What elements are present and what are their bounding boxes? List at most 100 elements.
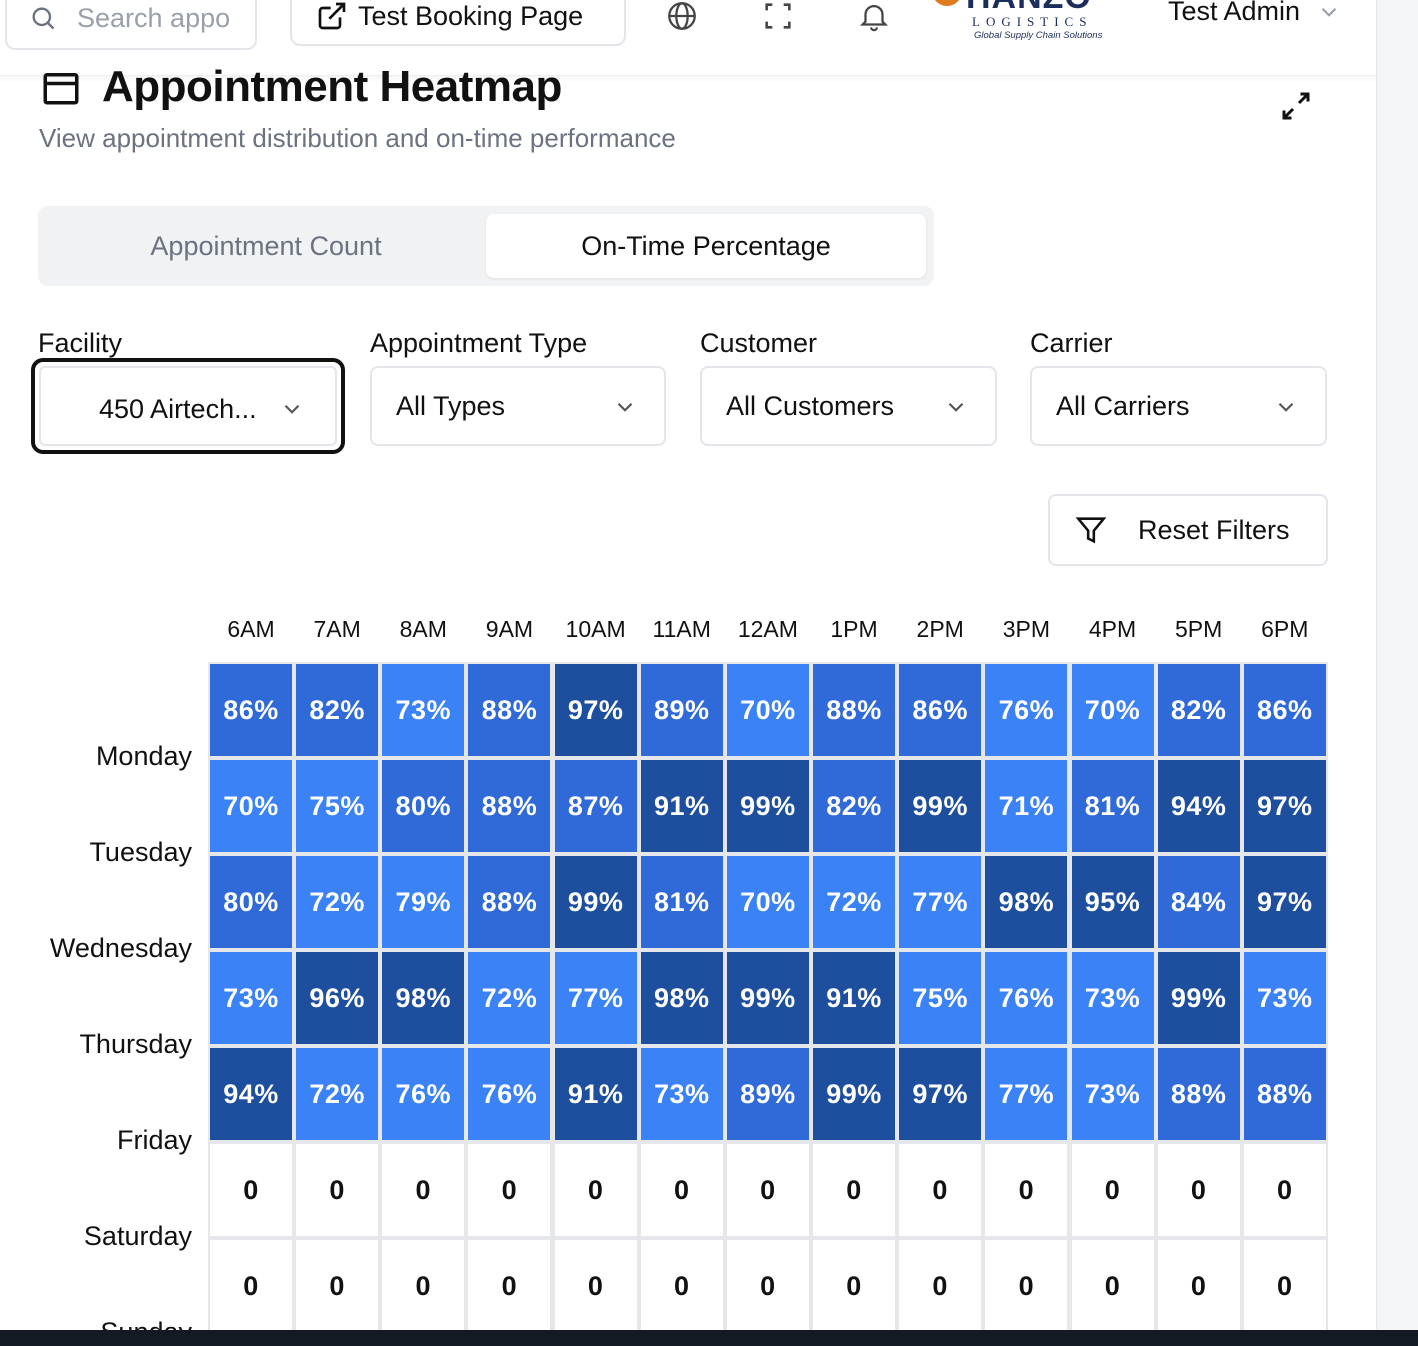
- heatmap-cell[interactable]: 88%: [468, 856, 551, 948]
- search-input[interactable]: [77, 2, 237, 34]
- heatmap-cell[interactable]: 0: [1243, 1240, 1326, 1332]
- heatmap-cell[interactable]: 0: [813, 1144, 896, 1236]
- heatmap-cell[interactable]: 94%: [210, 1048, 292, 1140]
- heatmap-cell[interactable]: 73%: [1071, 1048, 1154, 1140]
- heatmap-cell[interactable]: 86%: [899, 664, 982, 756]
- heatmap-cell[interactable]: 81%: [640, 856, 723, 948]
- heatmap-cell[interactable]: 76%: [985, 664, 1068, 756]
- heatmap-cell[interactable]: 99%: [813, 1048, 896, 1140]
- heatmap-cell[interactable]: 0: [1157, 1144, 1240, 1236]
- heatmap-cell[interactable]: 0: [296, 1240, 379, 1332]
- heatmap-cell[interactable]: 73%: [210, 952, 292, 1044]
- notifications-button[interactable]: [854, 0, 894, 36]
- tab-appointment-count[interactable]: Appointment Count: [46, 214, 486, 278]
- heatmap-cell[interactable]: 70%: [726, 664, 809, 756]
- heatmap-cell[interactable]: 72%: [296, 1048, 379, 1140]
- search-box[interactable]: [5, 0, 257, 50]
- heatmap-cell[interactable]: 77%: [554, 952, 637, 1044]
- heatmap-cell[interactable]: 77%: [985, 1048, 1068, 1140]
- heatmap-cell[interactable]: 0: [640, 1240, 723, 1332]
- appointment-type-select[interactable]: All Types: [370, 366, 666, 446]
- heatmap-cell[interactable]: 98%: [382, 952, 465, 1044]
- heatmap-cell[interactable]: 0: [468, 1240, 551, 1332]
- heatmap-cell[interactable]: 0: [1071, 1240, 1154, 1332]
- facility-select[interactable]: 450 Airtech...: [31, 358, 345, 454]
- reset-filters-button[interactable]: Reset Filters: [1048, 494, 1328, 566]
- test-booking-page-button[interactable]: Test Booking Page: [290, 0, 626, 46]
- heatmap-cell[interactable]: 86%: [210, 664, 292, 756]
- heatmap-cell[interactable]: 0: [726, 1240, 809, 1332]
- heatmap-cell[interactable]: 70%: [1071, 664, 1154, 756]
- heatmap-cell[interactable]: 89%: [726, 1048, 809, 1140]
- heatmap-cell[interactable]: 70%: [210, 760, 292, 852]
- heatmap-cell[interactable]: 87%: [554, 760, 637, 852]
- heatmap-cell[interactable]: 0: [382, 1240, 465, 1332]
- heatmap-cell[interactable]: 98%: [640, 952, 723, 1044]
- expand-button[interactable]: [1278, 88, 1314, 124]
- heatmap-cell[interactable]: 76%: [468, 1048, 551, 1140]
- heatmap-cell[interactable]: 0: [210, 1144, 292, 1236]
- heatmap-cell[interactable]: 72%: [296, 856, 379, 948]
- heatmap-cell[interactable]: 77%: [899, 856, 982, 948]
- heatmap-cell[interactable]: 0: [296, 1144, 379, 1236]
- heatmap-cell[interactable]: 0: [210, 1240, 292, 1332]
- heatmap-cell[interactable]: 97%: [1243, 760, 1326, 852]
- heatmap-cell[interactable]: 0: [899, 1240, 982, 1332]
- heatmap-cell[interactable]: 88%: [813, 664, 896, 756]
- tab-on-time-percentage[interactable]: On-Time Percentage: [486, 214, 926, 278]
- heatmap-cell[interactable]: 99%: [726, 760, 809, 852]
- heatmap-cell[interactable]: 0: [1157, 1240, 1240, 1332]
- language-button[interactable]: [662, 0, 702, 36]
- carrier-select[interactable]: All Carriers: [1030, 366, 1327, 446]
- heatmap-cell[interactable]: 75%: [296, 760, 379, 852]
- heatmap-cell[interactable]: 0: [726, 1144, 809, 1236]
- customer-select[interactable]: All Customers: [700, 366, 997, 446]
- heatmap-cell[interactable]: 97%: [554, 664, 637, 756]
- heatmap-cell[interactable]: 94%: [1157, 760, 1240, 852]
- heatmap-cell[interactable]: 82%: [296, 664, 379, 756]
- heatmap-cell[interactable]: 99%: [726, 952, 809, 1044]
- heatmap-cell[interactable]: 88%: [1243, 1048, 1326, 1140]
- heatmap-cell[interactable]: 71%: [985, 760, 1068, 852]
- heatmap-cell[interactable]: 73%: [1243, 952, 1326, 1044]
- heatmap-cell[interactable]: 99%: [554, 856, 637, 948]
- heatmap-cell[interactable]: 72%: [468, 952, 551, 1044]
- heatmap-cell[interactable]: 0: [640, 1144, 723, 1236]
- heatmap-cell[interactable]: 0: [899, 1144, 982, 1236]
- heatmap-cell[interactable]: 0: [985, 1144, 1068, 1236]
- heatmap-cell[interactable]: 72%: [813, 856, 896, 948]
- heatmap-cell[interactable]: 82%: [813, 760, 896, 852]
- heatmap-cell[interactable]: 0: [1071, 1144, 1154, 1236]
- scrollbar-track[interactable]: [1376, 0, 1418, 1346]
- heatmap-cell[interactable]: 0: [985, 1240, 1068, 1332]
- heatmap-cell[interactable]: 81%: [1071, 760, 1154, 852]
- heatmap-cell[interactable]: 98%: [985, 856, 1068, 948]
- heatmap-cell[interactable]: 80%: [382, 760, 465, 852]
- heatmap-cell[interactable]: 84%: [1157, 856, 1240, 948]
- fullscreen-button[interactable]: [758, 0, 798, 36]
- heatmap-cell[interactable]: 97%: [1243, 856, 1326, 948]
- heatmap-cell[interactable]: 73%: [640, 1048, 723, 1140]
- heatmap-cell[interactable]: 88%: [1157, 1048, 1240, 1140]
- heatmap-cell[interactable]: 97%: [899, 1048, 982, 1140]
- heatmap-cell[interactable]: 73%: [1071, 952, 1154, 1044]
- heatmap-cell[interactable]: 70%: [726, 856, 809, 948]
- heatmap-cell[interactable]: 0: [554, 1144, 637, 1236]
- heatmap-cell[interactable]: 88%: [468, 760, 551, 852]
- heatmap-cell[interactable]: 76%: [985, 952, 1068, 1044]
- heatmap-cell[interactable]: 0: [554, 1240, 637, 1332]
- heatmap-cell[interactable]: 91%: [554, 1048, 637, 1140]
- heatmap-cell[interactable]: 89%: [640, 664, 723, 756]
- heatmap-cell[interactable]: 82%: [1157, 664, 1240, 756]
- heatmap-cell[interactable]: 99%: [899, 760, 982, 852]
- heatmap-cell[interactable]: 86%: [1243, 664, 1326, 756]
- user-menu[interactable]: Test Admin: [1168, 0, 1342, 27]
- heatmap-cell[interactable]: 76%: [382, 1048, 465, 1140]
- heatmap-cell[interactable]: 0: [1243, 1144, 1326, 1236]
- heatmap-cell[interactable]: 95%: [1071, 856, 1154, 948]
- heatmap-cell[interactable]: 0: [382, 1144, 465, 1236]
- heatmap-cell[interactable]: 99%: [1157, 952, 1240, 1044]
- heatmap-cell[interactable]: 0: [813, 1240, 896, 1332]
- heatmap-cell[interactable]: 80%: [210, 856, 292, 948]
- heatmap-cell[interactable]: 75%: [899, 952, 982, 1044]
